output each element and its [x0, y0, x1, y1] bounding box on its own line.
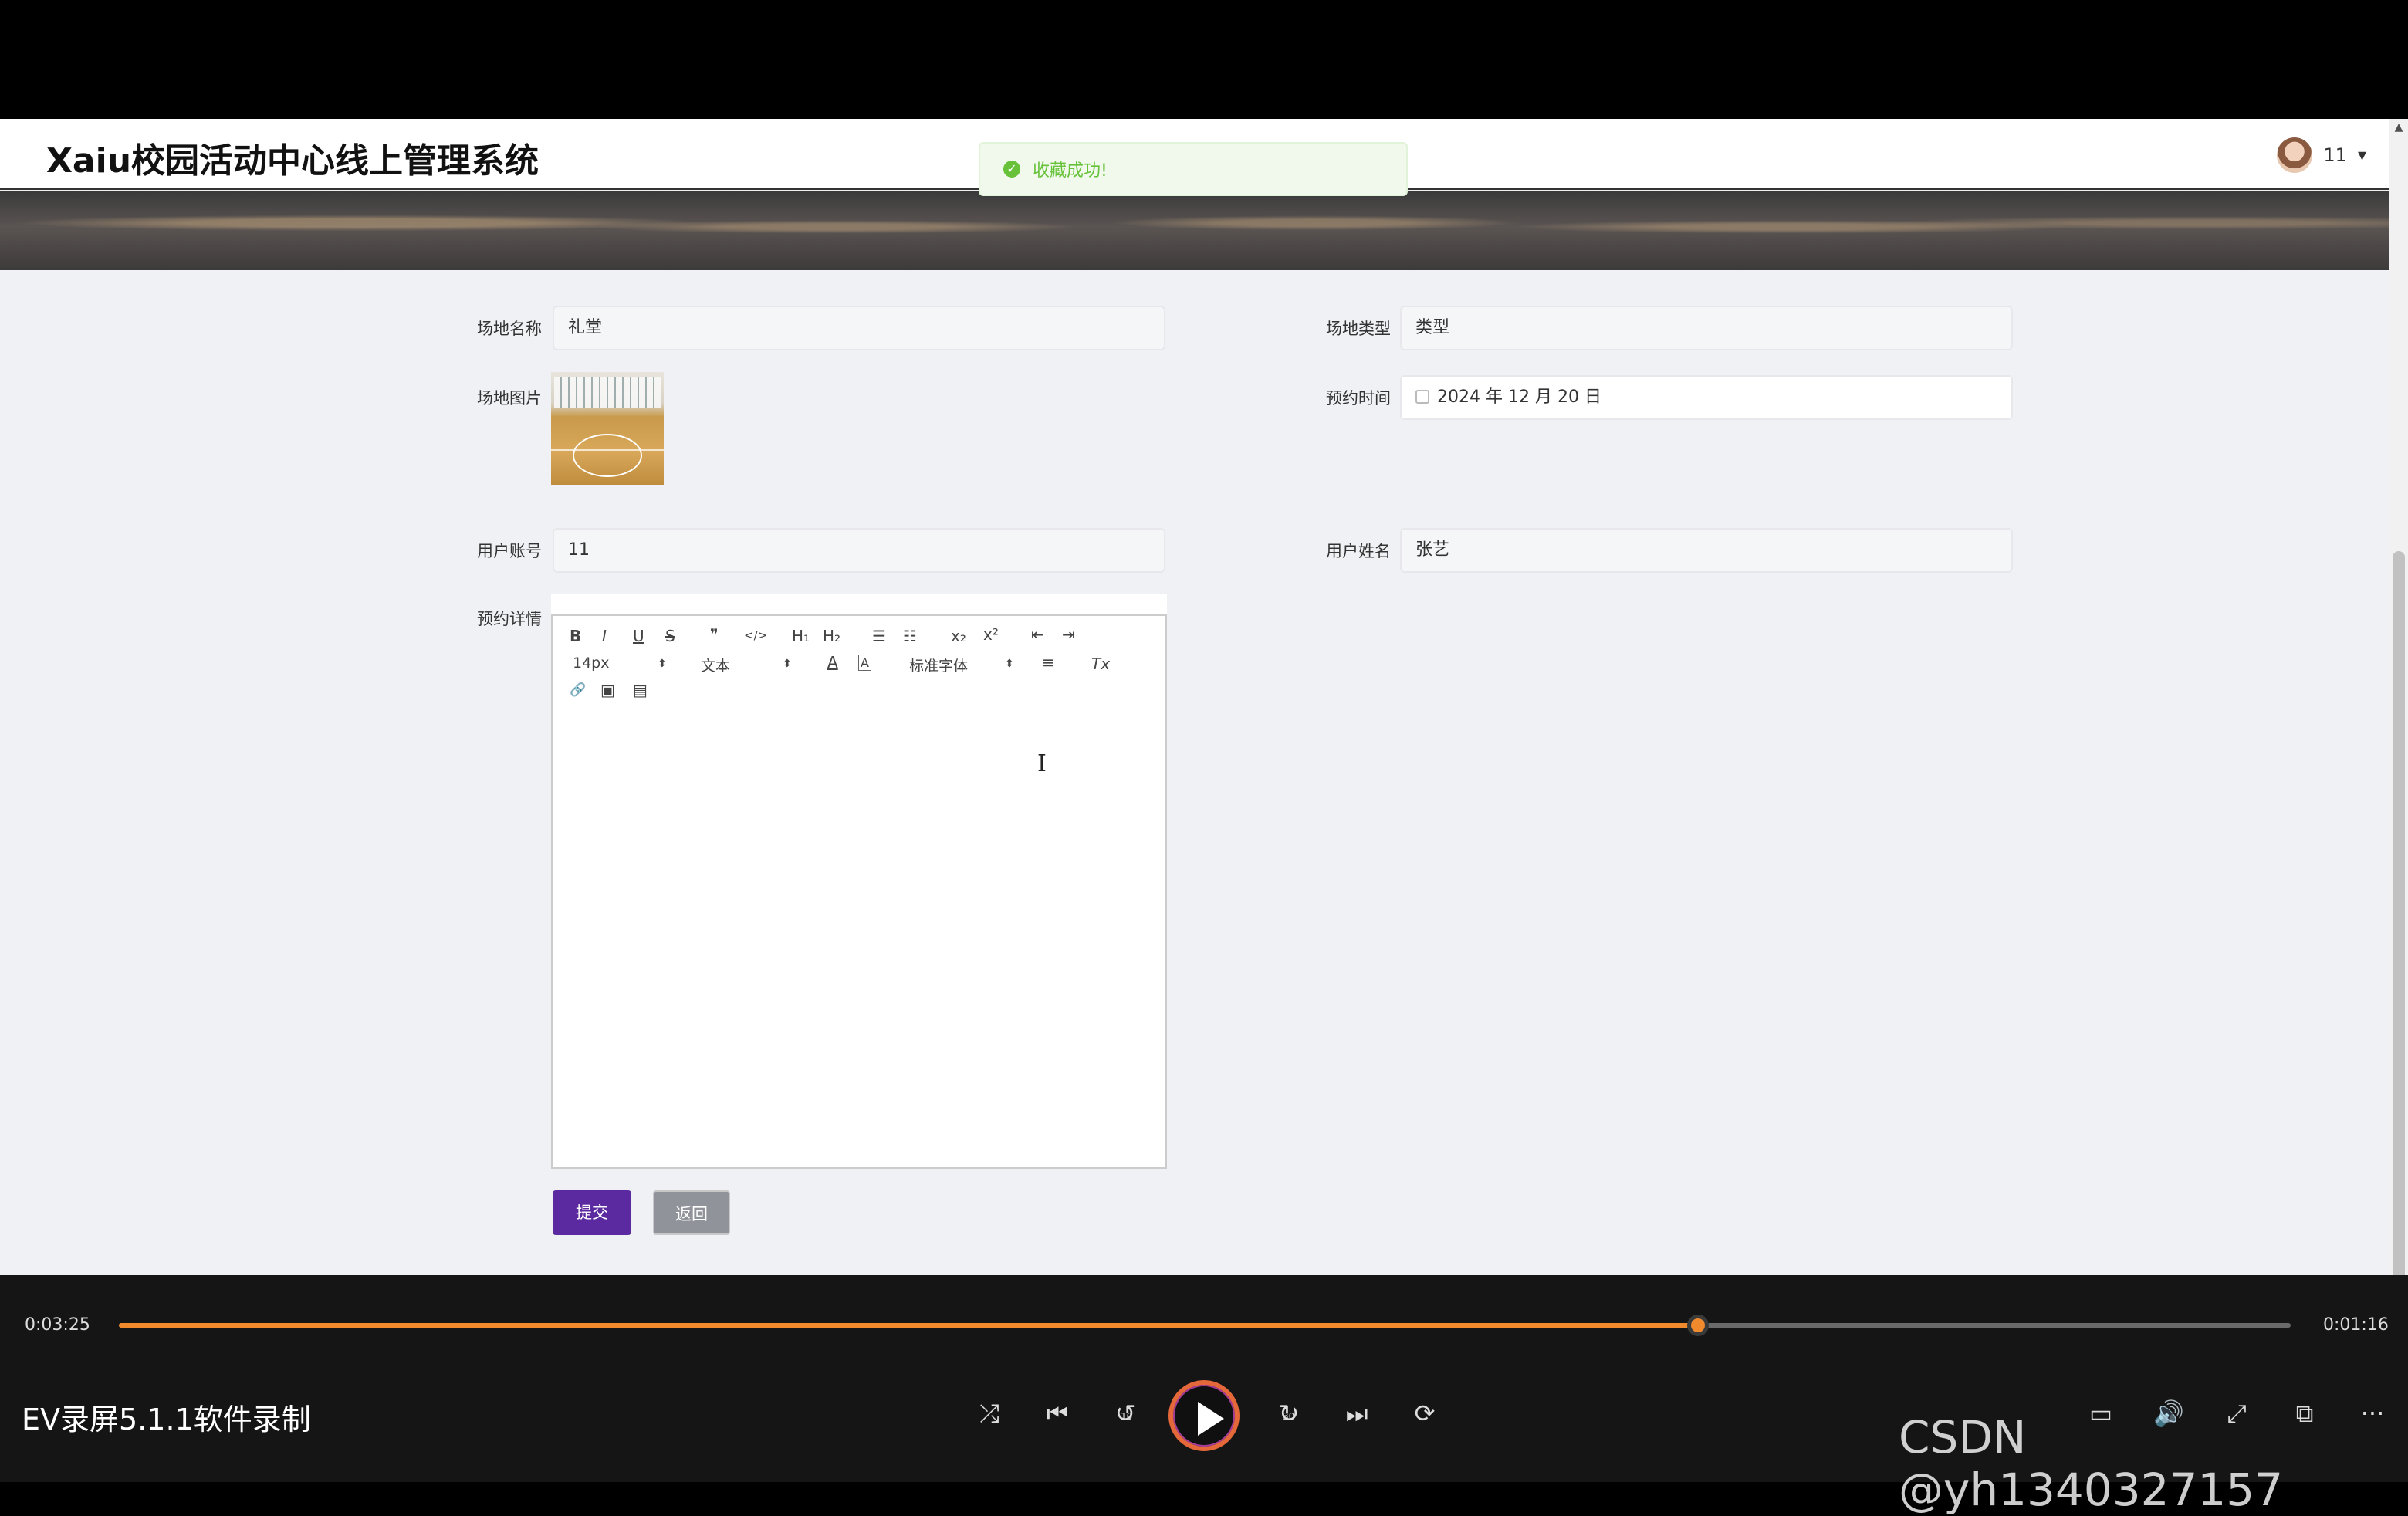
rewind-seconds: 10	[1121, 1411, 1133, 1422]
avatar[interactable]	[2277, 137, 2313, 173]
previous-icon[interactable]: ⏮	[1042, 1399, 1073, 1429]
code-button[interactable]: </>	[744, 628, 767, 642]
indent-button[interactable]: ⇥	[1062, 625, 1075, 644]
scroll-up-icon[interactable]: ▲	[2393, 120, 2405, 134]
toast-message: 收藏成功!	[1033, 161, 1108, 181]
editor-content-area[interactable]: I	[551, 713, 1167, 1169]
user-name-field[interactable]: 张艺	[1400, 528, 2013, 573]
booking-details-label: 预约详情	[477, 610, 542, 628]
venue-image	[551, 372, 664, 485]
align-button[interactable]: ≡	[1042, 653, 1055, 672]
rich-text-editor: B I U S ❞ </> H₁ H₂ ☰ ☷ x₂ x² ⇤ ⇥ 14px ⬍…	[551, 594, 1167, 1169]
underline-button[interactable]: U	[633, 627, 644, 645]
outdent-button[interactable]: ⇤	[1031, 625, 1044, 644]
venue-name-label: 场地名称	[477, 320, 542, 338]
text-type-arrow-icon[interactable]: ⬍	[783, 658, 792, 670]
elapsed-time: 0:03:25	[25, 1315, 90, 1335]
ordered-list-button[interactable]: ☰	[872, 627, 886, 645]
submit-button[interactable]: 提交	[553, 1190, 631, 1235]
user-menu[interactable]: 11 ▾	[2277, 137, 2366, 173]
back-button[interactable]: 返回	[653, 1190, 730, 1235]
court-circle	[573, 434, 642, 477]
venue-type-field[interactable]: 类型	[1400, 306, 2013, 350]
font-size-select[interactable]: 14px	[573, 655, 609, 672]
rewind-icon[interactable]: ↺ 10	[1110, 1399, 1141, 1428]
remaining-time: 0:01:16	[2323, 1315, 2389, 1335]
seek-knob[interactable]	[1686, 1315, 1709, 1336]
booking-time-field[interactable]: 2024 年 12 月 20 日	[1400, 375, 2013, 420]
font-size-arrow-icon[interactable]: ⬍	[658, 658, 667, 670]
header-banner	[0, 191, 2389, 270]
h2-button[interactable]: H₂	[823, 627, 840, 645]
play-icon	[1198, 1402, 1224, 1436]
venue-image-label: 场地图片	[477, 389, 542, 408]
booking-time-label: 预约时间	[1326, 389, 1391, 408]
app-title: Xaiu校园活动中心线上管理系统	[46, 141, 539, 181]
subscript-button[interactable]: x₂	[951, 627, 966, 645]
booking-time-value: 2024 年 12 月 20 日	[1437, 387, 1601, 407]
calendar-icon	[1415, 390, 1429, 404]
gym-window	[554, 377, 661, 408]
venue-name-field[interactable]: 礼堂	[553, 306, 1165, 350]
video-button[interactable]: ▤	[633, 681, 648, 699]
background-color-button[interactable]: A	[858, 655, 871, 671]
venue-type-label: 场地类型	[1326, 320, 1391, 338]
blockquote-button[interactable]: ❞	[710, 625, 719, 644]
shuffle-icon[interactable]: ⤮	[974, 1399, 1005, 1429]
media-player: 0:03:25 0:01:16 EV录屏5.1.1软件录制 ⤮ ⏮ ↺ 10 ↻…	[0, 1275, 2408, 1516]
strike-button[interactable]: S	[665, 627, 675, 645]
seek-bar[interactable]	[119, 1315, 2291, 1336]
user-account-field[interactable]: 11	[553, 528, 1165, 573]
scrollbar-thumb[interactable]	[2393, 551, 2405, 1300]
italic-button[interactable]: I	[602, 627, 607, 645]
user-name[interactable]: 11	[2323, 144, 2347, 166]
next-icon[interactable]: ⏭	[1341, 1399, 1372, 1429]
page-scrollbar[interactable]: ▲ ▼	[2389, 119, 2408, 1308]
check-circle-icon: ✓	[1003, 161, 1020, 178]
top-black-bar	[0, 0, 2408, 119]
success-toast: ✓ 收藏成功!	[979, 142, 1408, 196]
user-name-label: 用户姓名	[1326, 542, 1391, 560]
image-button[interactable]: ▣	[600, 681, 615, 699]
text-type-select[interactable]: 文本	[701, 655, 730, 675]
clean-format-button[interactable]: Tx	[1091, 655, 1110, 673]
editor-toolbar: B I U S ❞ </> H₁ H₂ ☰ ☷ x₂ x² ⇤ ⇥ 14px ⬍…	[551, 614, 1167, 715]
seek-bar-fill	[119, 1323, 1698, 1328]
link-button[interactable]: 🔗	[570, 682, 586, 698]
h1-button[interactable]: H₁	[792, 627, 810, 645]
font-family-select[interactable]: 标准字体	[909, 655, 968, 675]
user-account-label: 用户账号	[477, 542, 542, 560]
watermark: CSDN @yh1340327157	[1899, 1411, 2284, 1516]
text-cursor-icon: I	[1037, 750, 1047, 777]
superscript-button[interactable]: x²	[983, 625, 999, 644]
font-family-arrow-icon[interactable]: ⬍	[1005, 658, 1014, 670]
forward-icon[interactable]: ↻ 30	[1273, 1399, 1304, 1428]
repeat-icon[interactable]: ⟳	[1409, 1399, 1440, 1428]
player-title: EV录屏5.1.1软件录制	[22, 1403, 311, 1436]
play-button[interactable]	[1168, 1380, 1240, 1451]
bullet-list-button[interactable]: ☷	[903, 627, 917, 645]
chevron-down-icon[interactable]: ▾	[2358, 146, 2366, 165]
forward-seconds: 30	[1283, 1411, 1295, 1422]
font-color-button[interactable]: A	[827, 653, 838, 672]
bold-button[interactable]: B	[570, 627, 581, 645]
app-page: Xaiu校园活动中心线上管理系统 11 ▾ ✓ 收藏成功! 场地名称 礼堂 场地…	[0, 119, 2389, 1275]
